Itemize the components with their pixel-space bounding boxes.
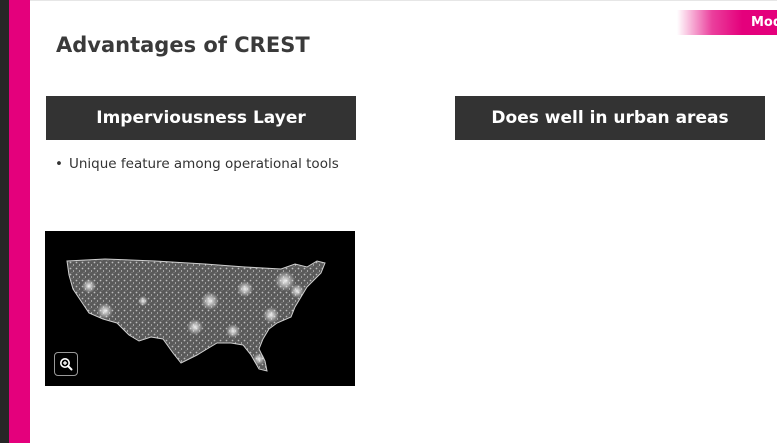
module-tag-label: Mode: [751, 15, 777, 30]
bullet-list: • Unique feature among operational tools: [55, 156, 339, 172]
bullet-item: • Unique feature among operational tools: [55, 156, 339, 172]
city-glow: [97, 303, 113, 319]
zoom-button[interactable]: [54, 352, 78, 376]
bullet-dot: •: [55, 156, 63, 172]
imperviousness-header: Imperviousness Layer: [46, 96, 356, 140]
imperviousness-map-image: [45, 231, 355, 386]
module-tag: Mode: [677, 10, 777, 35]
us-map-graphic: [66, 258, 326, 372]
city-glow: [237, 281, 253, 297]
city-glow: [201, 292, 219, 310]
city-glow: [253, 353, 265, 365]
city-glow: [187, 319, 203, 335]
zoom-in-icon: [60, 358, 73, 371]
city-glow: [138, 296, 148, 306]
left-accent-stripe: [9, 0, 30, 443]
slide-title: Advantages of CREST: [56, 33, 310, 57]
city-glow: [82, 279, 96, 293]
bullet-text: Unique feature among operational tools: [68, 156, 339, 172]
city-glow: [290, 284, 304, 298]
city-glow: [263, 307, 279, 323]
left-dark-stripe: [0, 0, 9, 443]
top-divider: [30, 0, 777, 1]
urban-areas-header: Does well in urban areas: [455, 96, 765, 140]
city-glow: [226, 324, 240, 338]
